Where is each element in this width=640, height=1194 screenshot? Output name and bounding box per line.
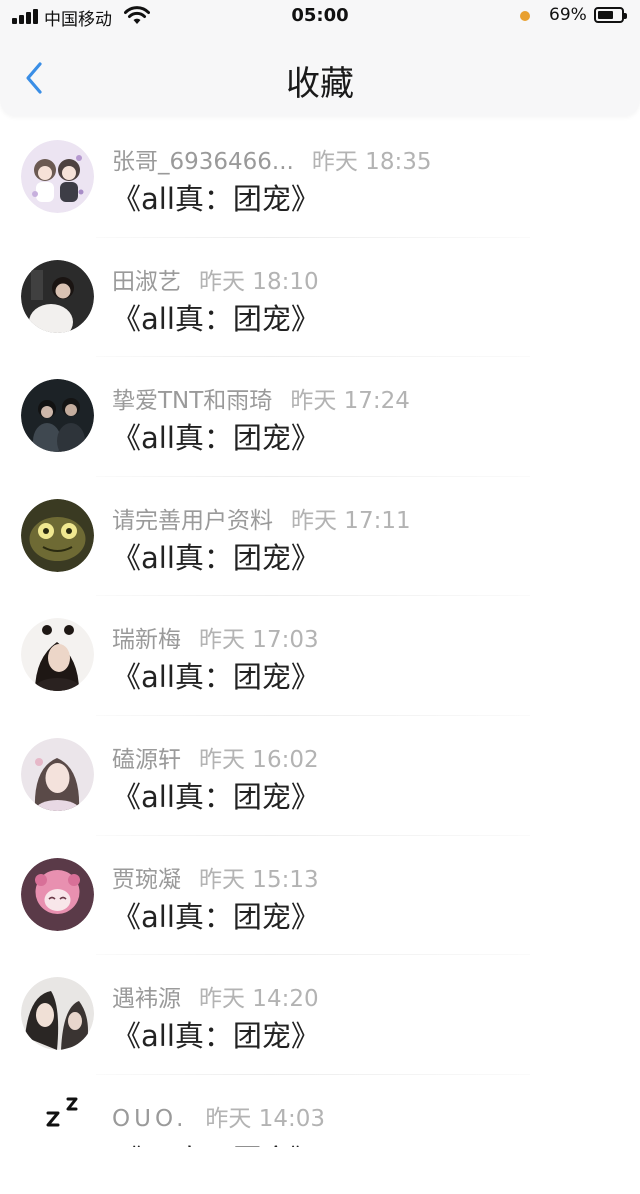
username: 张哥_6936466... <box>112 149 294 175</box>
list-item[interactable]: 挚爱TNT和雨琦 昨天 17:24 《all真：团宠》 <box>0 357 640 477</box>
item-title: 《all真：团宠》 <box>112 660 320 695</box>
item-title: 《all真：团宠》 <box>112 421 320 456</box>
username: 挚爱TNT和雨琦 <box>112 388 273 415</box>
list-item[interactable]: OUO. 昨天 14:03 《all真：团宠》 <box>0 1075 640 1194</box>
item-meta: 磕源轩 昨天 16:02 <box>112 740 319 774</box>
list-item[interactable]: 瑞新梅 昨天 17:03 《all真：团宠》 <box>0 596 640 716</box>
recording-indicator-icon <box>520 11 530 21</box>
username: OUO. <box>112 1105 188 1132</box>
username: 田淑艺 <box>112 268 181 295</box>
battery-level <box>598 11 613 19</box>
list-item[interactable]: 张哥_6936466... 昨天 18:35 《all真：团宠》 <box>0 118 640 238</box>
item-title: 《all真：团宠》 <box>112 1019 320 1054</box>
timestamp: 昨天 16:02 <box>199 746 319 773</box>
timestamp: 昨天 18:10 <box>199 268 319 295</box>
timestamp: 昨天 14:20 <box>199 986 319 1013</box>
username: 瑞新梅 <box>112 627 181 654</box>
list-item[interactable]: 贾琬凝 昨天 15:13 《all真：团宠》 <box>0 836 640 956</box>
list-item[interactable]: 磕源轩 昨天 16:02 《all真：团宠》 <box>0 716 640 836</box>
username: 遇袆源 <box>112 986 181 1013</box>
item-meta: 挚爱TNT和雨琦 昨天 17:24 <box>112 381 410 415</box>
item-meta: 遇袆源 昨天 14:20 <box>112 979 319 1013</box>
battery-icon <box>594 7 627 23</box>
item-meta: 贾琬凝 昨天 15:13 <box>112 860 319 894</box>
item-meta: 瑞新梅 昨天 17:03 <box>112 620 319 654</box>
timestamp: 昨天 17:03 <box>199 627 319 654</box>
item-meta: 田淑艺 昨天 18:10 <box>112 262 319 296</box>
item-meta: 请完善用户资料 昨天 17:11 <box>112 501 411 535</box>
timestamp: 昨天 15:13 <box>199 866 319 893</box>
list-item[interactable]: 请完善用户资料 昨天 17:11 《all真：团宠》 <box>0 477 640 597</box>
username: 磕源轩 <box>112 746 181 773</box>
list-item[interactable]: 田淑艺 昨天 18:10 《all真：团宠》 <box>0 238 640 358</box>
item-title: 《all真：团宠》 <box>112 1137 320 1147</box>
item-title: 《all真：团宠》 <box>112 540 320 575</box>
list-item[interactable]: 遇袆源 昨天 14:20 《all真：团宠》 <box>0 955 640 1075</box>
avatar <box>21 737 94 811</box>
avatar <box>21 140 94 213</box>
header: 中国移动 05:00 69% 收藏 <box>0 0 640 116</box>
item-title: 《all真：团宠》 <box>112 899 320 934</box>
username: 贾琬凝 <box>112 866 181 893</box>
timestamp: 昨天 17:11 <box>291 507 411 534</box>
avatar <box>21 259 94 333</box>
item-title: 《all真：团宠》 <box>112 779 320 814</box>
avatar <box>21 618 94 692</box>
status-time: 05:00 <box>291 5 349 26</box>
avatar <box>21 977 94 1051</box>
timestamp: 昨天 17:24 <box>290 388 410 415</box>
avatar <box>21 857 94 931</box>
item-title: 《all真：团宠》 <box>112 301 320 336</box>
sleep-zz-icon <box>46 1097 78 1127</box>
page-title: 收藏 <box>286 64 354 104</box>
avatar <box>21 379 94 453</box>
avatar <box>21 498 94 572</box>
item-title: 《all真：团宠》 <box>112 182 320 216</box>
favorites-list: 张哥_6936466... 昨天 18:35 《all真：团宠》 田淑艺 昨天 18… <box>0 118 640 1194</box>
item-meta: OUO. 昨天 14:03 <box>112 1099 325 1133</box>
username: 请完善用户资料 <box>112 507 273 534</box>
battery-percentage: 69% <box>549 5 587 25</box>
status-bar: 中国移动 05:00 69% <box>0 0 640 34</box>
timestamp: 昨天 18:35 <box>311 149 432 175</box>
timestamp: 昨天 14:03 <box>205 1105 326 1132</box>
item-meta: 张哥_6936466... 昨天 18:35 <box>112 142 431 176</box>
